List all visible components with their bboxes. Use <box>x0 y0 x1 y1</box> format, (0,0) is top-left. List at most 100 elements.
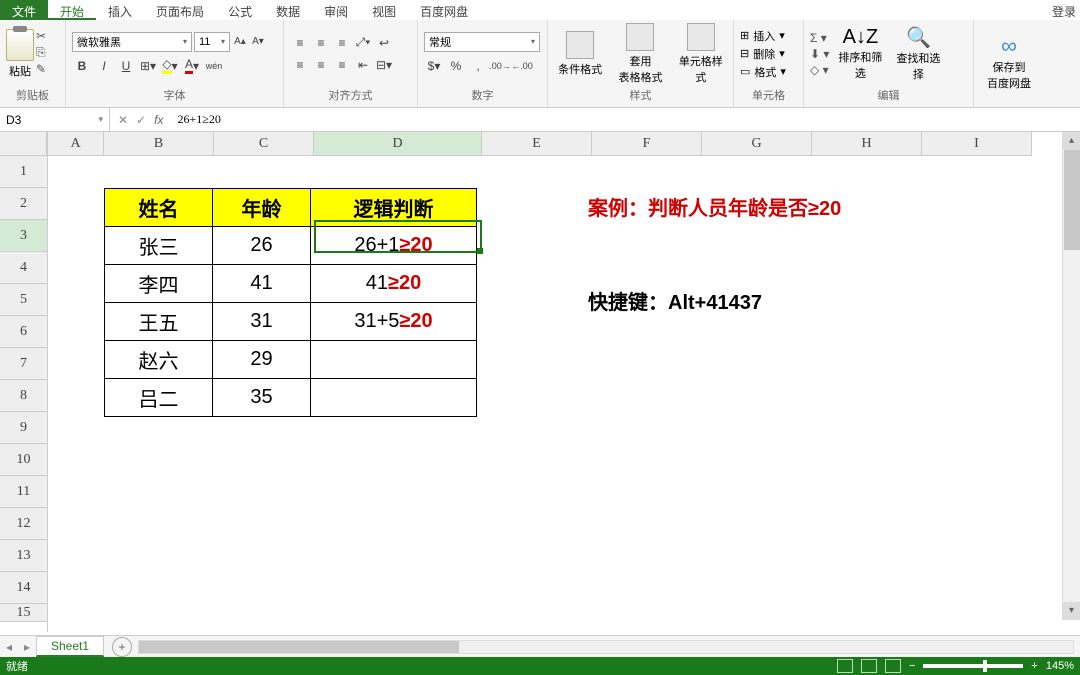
scroll-down-icon[interactable]: ▾ <box>1063 602 1080 620</box>
cells-area[interactable]: 姓名 年龄 逻辑判断 张三2626+1≥20李四4141≥20王五3131+5≥… <box>48 156 1080 632</box>
cell-logic[interactable]: 41≥20 <box>311 265 477 303</box>
tab-review[interactable]: 审阅 <box>312 0 360 20</box>
percent-icon[interactable]: % <box>446 56 466 76</box>
row-header-4[interactable]: 4 <box>0 252 47 284</box>
vscroll-thumb[interactable] <box>1064 150 1080 250</box>
zoom-level[interactable]: 145% <box>1046 660 1074 672</box>
cell-styles-button[interactable]: 单元格样式 <box>675 23 727 85</box>
col-header-H[interactable]: H <box>812 132 922 156</box>
font-size-combo[interactable]: 11▾ <box>194 32 230 52</box>
align-right-icon[interactable]: ≡ <box>332 55 352 75</box>
cell-logic[interactable] <box>311 379 477 417</box>
col-header-E[interactable]: E <box>482 132 592 156</box>
align-middle-icon[interactable]: ≡ <box>311 33 331 53</box>
view-pagebreak-icon[interactable] <box>885 659 901 673</box>
tab-data[interactable]: 数据 <box>264 0 312 20</box>
col-header-D[interactable]: D <box>314 132 482 156</box>
col-header-G[interactable]: G <box>702 132 812 156</box>
paste-icon[interactable] <box>6 29 34 61</box>
tab-insert[interactable]: 插入 <box>96 0 144 20</box>
table-format-button[interactable]: 套用 表格格式 <box>614 23 666 85</box>
row-header-11[interactable]: 11 <box>0 476 47 508</box>
copy-icon[interactable]: ⎘ <box>36 45 46 60</box>
italic-button[interactable]: I <box>94 56 114 76</box>
col-header-C[interactable]: C <box>214 132 314 156</box>
zoom-out-button[interactable]: − <box>909 660 915 672</box>
number-format-combo[interactable]: 常规▾ <box>424 32 540 52</box>
row-header-7[interactable]: 7 <box>0 348 47 380</box>
shrink-font-icon[interactable]: A▾ <box>250 34 266 50</box>
cut-icon[interactable]: ✂ <box>36 29 46 43</box>
view-normal-icon[interactable] <box>837 659 853 673</box>
cell-name[interactable]: 赵六 <box>105 341 213 379</box>
tab-start[interactable]: 开始 <box>48 0 96 20</box>
cell-logic[interactable] <box>311 341 477 379</box>
align-left-icon[interactable]: ≡ <box>290 55 310 75</box>
row-header-9[interactable]: 9 <box>0 412 47 444</box>
row-header-3[interactable]: 3 <box>0 220 47 252</box>
confirm-formula-icon[interactable]: ✓ <box>136 113 146 127</box>
cell-age[interactable]: 26 <box>213 227 311 265</box>
row-header-10[interactable]: 10 <box>0 444 47 476</box>
horizontal-scrollbar[interactable] <box>138 640 1074 654</box>
cell-name[interactable]: 吕二 <box>105 379 213 417</box>
sheet-nav-prev[interactable]: ◂ <box>0 640 18 654</box>
wrap-text-icon[interactable]: ↩ <box>374 33 394 53</box>
cell-age[interactable]: 41 <box>213 265 311 303</box>
col-header-I[interactable]: I <box>922 132 1032 156</box>
cell-name[interactable]: 李四 <box>105 265 213 303</box>
autosum-icon[interactable]: Σ ▾ <box>810 31 829 45</box>
row-header-6[interactable]: 6 <box>0 316 47 348</box>
dec-decimal-icon[interactable]: ←.00 <box>512 56 532 76</box>
col-header-F[interactable]: F <box>592 132 702 156</box>
comma-icon[interactable]: , <box>468 56 488 76</box>
col-header-B[interactable]: B <box>104 132 214 156</box>
font-name-combo[interactable]: 微软雅黑▾ <box>72 32 192 52</box>
merge-button[interactable]: ⊟▾ <box>374 55 394 75</box>
orientation-icon[interactable]: ⤢▾ <box>353 33 373 53</box>
cell-name[interactable]: 张三 <box>105 227 213 265</box>
formula-input[interactable]: 26+1≥20 <box>171 112 1080 127</box>
cell-age[interactable]: 35 <box>213 379 311 417</box>
hscroll-thumb[interactable] <box>139 641 459 653</box>
align-bottom-icon[interactable]: ≡ <box>332 33 352 53</box>
row-header-1[interactable]: 1 <box>0 156 47 188</box>
align-top-icon[interactable]: ≡ <box>290 33 310 53</box>
select-all-corner[interactable] <box>0 132 47 156</box>
col-header-A[interactable]: A <box>48 132 104 156</box>
format-painter-icon[interactable]: ✎ <box>36 62 46 76</box>
font-color-button[interactable]: A▾ <box>182 56 202 76</box>
scroll-up-icon[interactable]: ▴ <box>1063 132 1080 150</box>
accounting-icon[interactable]: $▾ <box>424 56 444 76</box>
row-header-2[interactable]: 2 <box>0 188 47 220</box>
grow-font-icon[interactable]: A▴ <box>232 34 248 50</box>
indent-dec-icon[interactable]: ⇤ <box>353 55 373 75</box>
align-center-icon[interactable]: ≡ <box>311 55 331 75</box>
clear-icon[interactable]: ◇ ▾ <box>810 63 829 77</box>
sort-filter-button[interactable]: A↓Z排序和筛选 <box>833 26 887 81</box>
zoom-slider[interactable] <box>923 664 1023 668</box>
fx-icon[interactable]: fx <box>154 113 163 127</box>
tab-baidu[interactable]: 百度网盘 <box>408 0 480 20</box>
border-button[interactable]: ⊞▾ <box>138 56 158 76</box>
tab-view[interactable]: 视图 <box>360 0 408 20</box>
add-sheet-button[interactable]: + <box>112 637 132 657</box>
format-cell-button[interactable]: ▭格式 ▾ <box>740 64 786 80</box>
row-header-15[interactable]: 15 <box>0 604 47 622</box>
name-box[interactable]: D3▾ <box>0 108 110 131</box>
inc-decimal-icon[interactable]: .00→ <box>490 56 510 76</box>
row-header-8[interactable]: 8 <box>0 380 47 412</box>
row-header-13[interactable]: 13 <box>0 540 47 572</box>
insert-cell-button[interactable]: ⊞插入 ▾ <box>740 28 786 44</box>
sheet-tab-1[interactable]: Sheet1 <box>36 636 104 657</box>
underline-button[interactable]: U <box>116 56 136 76</box>
row-header-5[interactable]: 5 <box>0 284 47 316</box>
cancel-formula-icon[interactable]: ✕ <box>118 113 128 127</box>
cell-logic[interactable]: 26+1≥20 <box>311 227 477 265</box>
delete-cell-button[interactable]: ⊟删除 ▾ <box>740 46 786 62</box>
fill-color-button[interactable]: ◇▾ <box>160 56 180 76</box>
tab-formula[interactable]: 公式 <box>216 0 264 20</box>
zoom-in-button[interactable]: + <box>1031 660 1037 672</box>
cell-age[interactable]: 31 <box>213 303 311 341</box>
conditional-format-button[interactable]: 条件格式 <box>554 31 606 77</box>
